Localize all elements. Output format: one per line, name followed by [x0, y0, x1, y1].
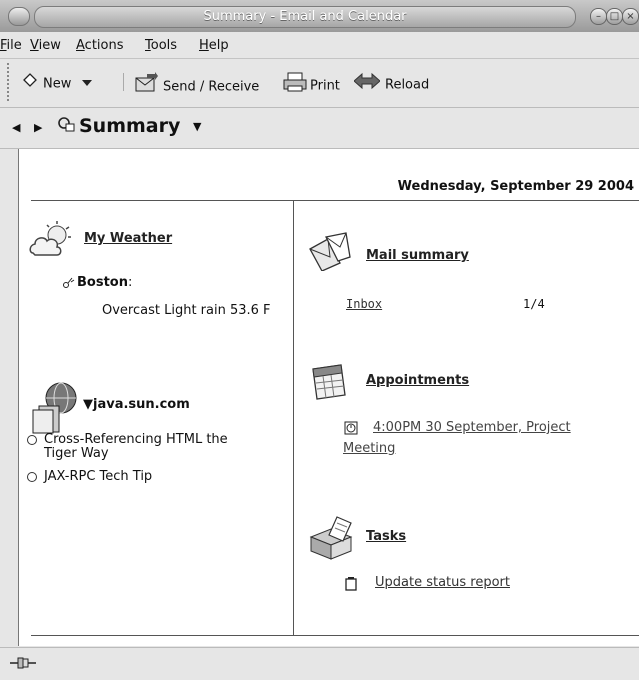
send-receive-label: Send / Receive [163, 79, 260, 95]
close-icon[interactable]: × [622, 8, 639, 25]
window-title: Summary - Email and Calendar [34, 6, 576, 28]
send-receive-button[interactable]: Send / Receive [134, 72, 260, 95]
expander-arrow-icon[interactable]: ▼ [83, 397, 93, 412]
news-item[interactable]: Cross-Referencing HTML the Tiger Way [27, 433, 228, 461]
news-feed-title[interactable]: ▼java.sun.com [83, 397, 190, 412]
location-bar: ◀ ▶ Summary ▼ [0, 108, 639, 149]
location-title: Summary [79, 115, 181, 137]
weather-location-icon [61, 276, 75, 294]
weather-city-suffix: : [127, 275, 133, 290]
bullet-icon [27, 471, 37, 482]
my-weather-link[interactable]: My Weather [84, 231, 172, 246]
news-item-line1: JAX-RPC Tech Tip [44, 469, 153, 484]
menu-file[interactable]: File [0, 38, 22, 53]
printer-icon [283, 72, 307, 100]
dropdown-arrow-icon[interactable] [81, 73, 92, 95]
tasks-box-icon [307, 515, 355, 565]
back-arrow-icon[interactable]: ◀ [12, 121, 20, 134]
date-divider [31, 200, 639, 201]
inbox-count: 1/4 [523, 297, 545, 311]
title-bar: Summary - Email and Calendar – □ × [0, 0, 639, 32]
connection-plug-icon[interactable] [10, 656, 36, 674]
bullet-icon [27, 434, 37, 445]
new-button[interactable]: New [22, 72, 97, 94]
reload-label: Reload [385, 77, 430, 93]
reload-icon [353, 72, 381, 98]
appointment-link[interactable]: 4:00PM 30 September, Project Meeting [343, 417, 633, 459]
new-button-label: New [43, 76, 72, 92]
globe-news-icon [31, 380, 77, 438]
news-feed-heading: java.sun.com [93, 397, 190, 412]
appointment-line1: 4:00PM 30 September, Project [373, 420, 571, 435]
status-bar [0, 647, 639, 680]
news-item-line2: Tiger Way [44, 446, 109, 461]
chevron-down-icon[interactable]: ▼ [193, 120, 201, 133]
new-document-icon [22, 72, 38, 96]
menu-actions[interactable]: Actions [76, 38, 124, 53]
bottom-divider [31, 635, 639, 636]
location-dropdown[interactable]: Summary ▼ [57, 115, 201, 138]
print-button[interactable]: Print [283, 72, 340, 94]
news-item[interactable]: JAX-RPC Tech Tip [27, 469, 152, 484]
summary-icon [57, 115, 75, 138]
inbox-link[interactable]: Inbox [346, 297, 382, 311]
forward-arrow-icon[interactable]: ▶ [34, 121, 42, 134]
minimize-icon[interactable]: – [590, 8, 607, 25]
send-receive-icon [134, 72, 158, 102]
mail-summary-link[interactable]: Mail summary [366, 248, 469, 263]
weather-city: Boston: [77, 275, 132, 290]
maximize-icon[interactable]: □ [606, 8, 623, 25]
menu-tools[interactable]: Tools [145, 38, 177, 53]
news-item-line1: Cross-Referencing HTML the [44, 432, 228, 447]
menu-help[interactable]: Help [199, 38, 229, 53]
summary-date: Wednesday, September 29 2004 [397, 179, 634, 194]
menu-bar: File View Actions Tools Help [0, 32, 639, 59]
application-window: Summary - Email and Calendar – □ × File … [0, 0, 639, 680]
calendar-icon [309, 363, 349, 407]
reload-button[interactable]: Reload [353, 72, 430, 94]
task-link[interactable]: Update status report [375, 575, 510, 590]
mail-envelope-icon [308, 231, 352, 275]
weather-city-name: Boston [77, 275, 128, 290]
column-divider [293, 201, 294, 636]
toolbar-separator [123, 73, 124, 91]
weather-conditions: Overcast Light rain 53.6 F [102, 303, 271, 318]
summary-pane: Wednesday, September 29 2004 My Weather … [18, 149, 639, 646]
print-label: Print [310, 78, 340, 94]
appointments-link[interactable]: Appointments [366, 373, 469, 388]
window-menu-icon[interactable] [8, 7, 30, 26]
tasks-link[interactable]: Tasks [366, 529, 406, 544]
task-checkbox-icon[interactable] [345, 577, 357, 595]
appointment-line2: Meeting [343, 441, 396, 456]
weather-cloud-icon [27, 219, 73, 269]
toolbar-grip[interactable] [7, 63, 14, 101]
toolbar: New Send / Receive Print Reload [0, 59, 639, 108]
menu-view[interactable]: View [30, 38, 61, 53]
